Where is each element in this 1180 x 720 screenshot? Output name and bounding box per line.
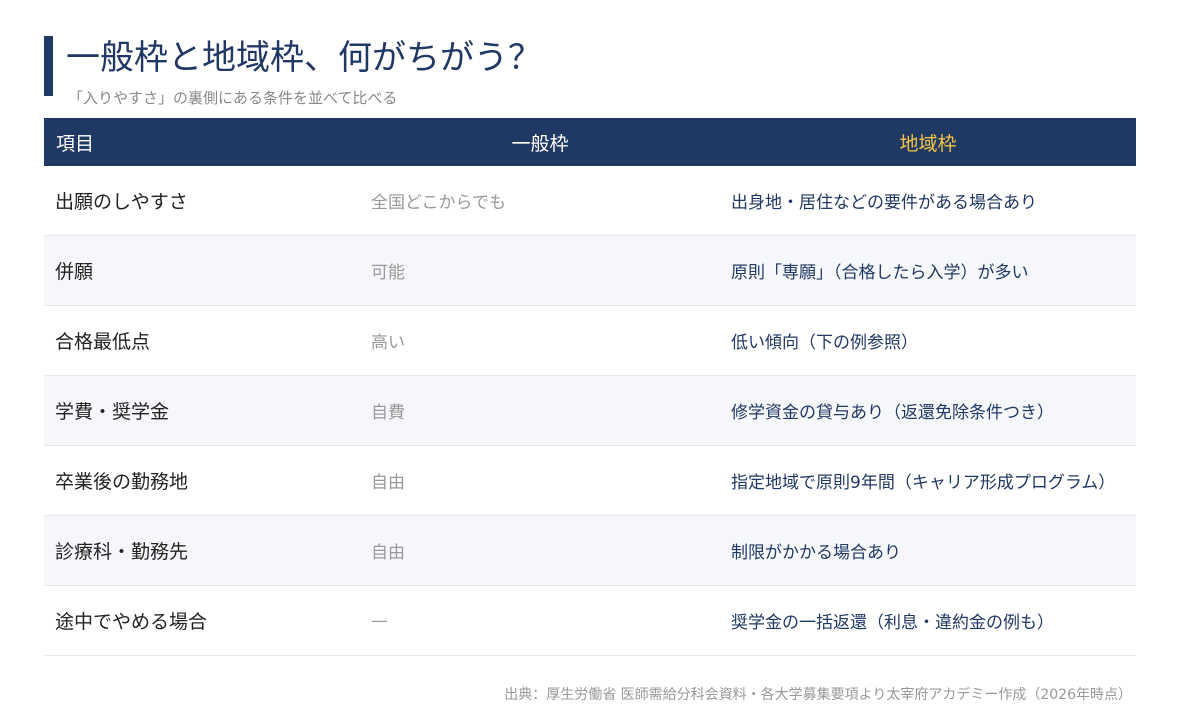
row-regional-value: 指定地域で原則9年間（キャリア形成プログラム） [731,473,1116,493]
row-item-label: 出願のしやすさ [55,191,188,213]
table-row: 合格最低点 高い 低い傾向（下の例参照） [44,306,1136,376]
row-general-value: 可能 [371,263,405,283]
row-item-label: 合格最低点 [55,331,151,353]
title-accent-bar [44,36,53,96]
column-header-regional: 地域枠 [899,132,957,155]
row-item-label: 併願 [55,261,94,283]
page-subtitle: 「入りやすさ」の裏側にある条件を並べて比べる [68,89,398,107]
row-general-value: 高い [371,333,405,353]
row-general-value: — [371,610,388,631]
row-item-label: 卒業後の勤務地 [55,471,189,493]
row-general-value: 全国どこからでも [371,193,506,213]
table-row: 途中でやめる場合 — 奨学金の一括返還（利息・違約金の例も） [44,586,1136,656]
row-item-label: 学費・奨学金 [55,401,170,423]
page-title: 一般枠と地域枠、何がちがう？ [66,38,542,78]
row-general-value: 自費 [371,403,405,423]
table-row: 学費・奨学金 自費 修学資金の貸与あり（返還免除条件つき） [44,376,1136,446]
source-note: 出典：厚生労働省 医師需給分科会資料・各大学募集要項より太宰府アカデミー作成（2… [504,687,1132,703]
table-header: 項目 一般枠 地域枠 [44,118,1136,166]
row-regional-value: 奨学金の一括返還（利息・違約金の例も） [731,613,1054,633]
row-general-value: 自由 [371,543,405,563]
row-regional-value: 制限がかかる場合あり [731,543,901,563]
table-row: 出願のしやすさ 全国どこからでも 出身地・居住などの要件がある場合あり [44,166,1136,236]
column-header-general: 一般枠 [511,132,569,155]
table-row: 卒業後の勤務地 自由 指定地域で原則9年間（キャリア形成プログラム） [44,446,1136,516]
row-item-label: 診療科・勤務先 [55,541,189,563]
row-regional-value: 原則「専願」（合格したら入学）が多い [731,263,1029,283]
row-item-label: 途中でやめる場合 [55,611,208,633]
column-header-item: 項目 [56,132,95,155]
row-general-value: 自由 [371,473,405,493]
row-regional-value: 修学資金の貸与あり（返還免除条件つき） [731,403,1054,423]
row-regional-value: 出身地・居住などの要件がある場合あり [731,193,1037,213]
row-regional-value: 低い傾向（下の例参照） [731,333,918,353]
table-row: 併願 可能 原則「専願」（合格したら入学）が多い [44,236,1136,306]
comparison-table: 項目 一般枠 地域枠 出願のしやすさ 全国どこからでも 出身地・居住などの要件が… [44,118,1136,656]
table-row: 診療科・勤務先 自由 制限がかかる場合あり [44,516,1136,586]
